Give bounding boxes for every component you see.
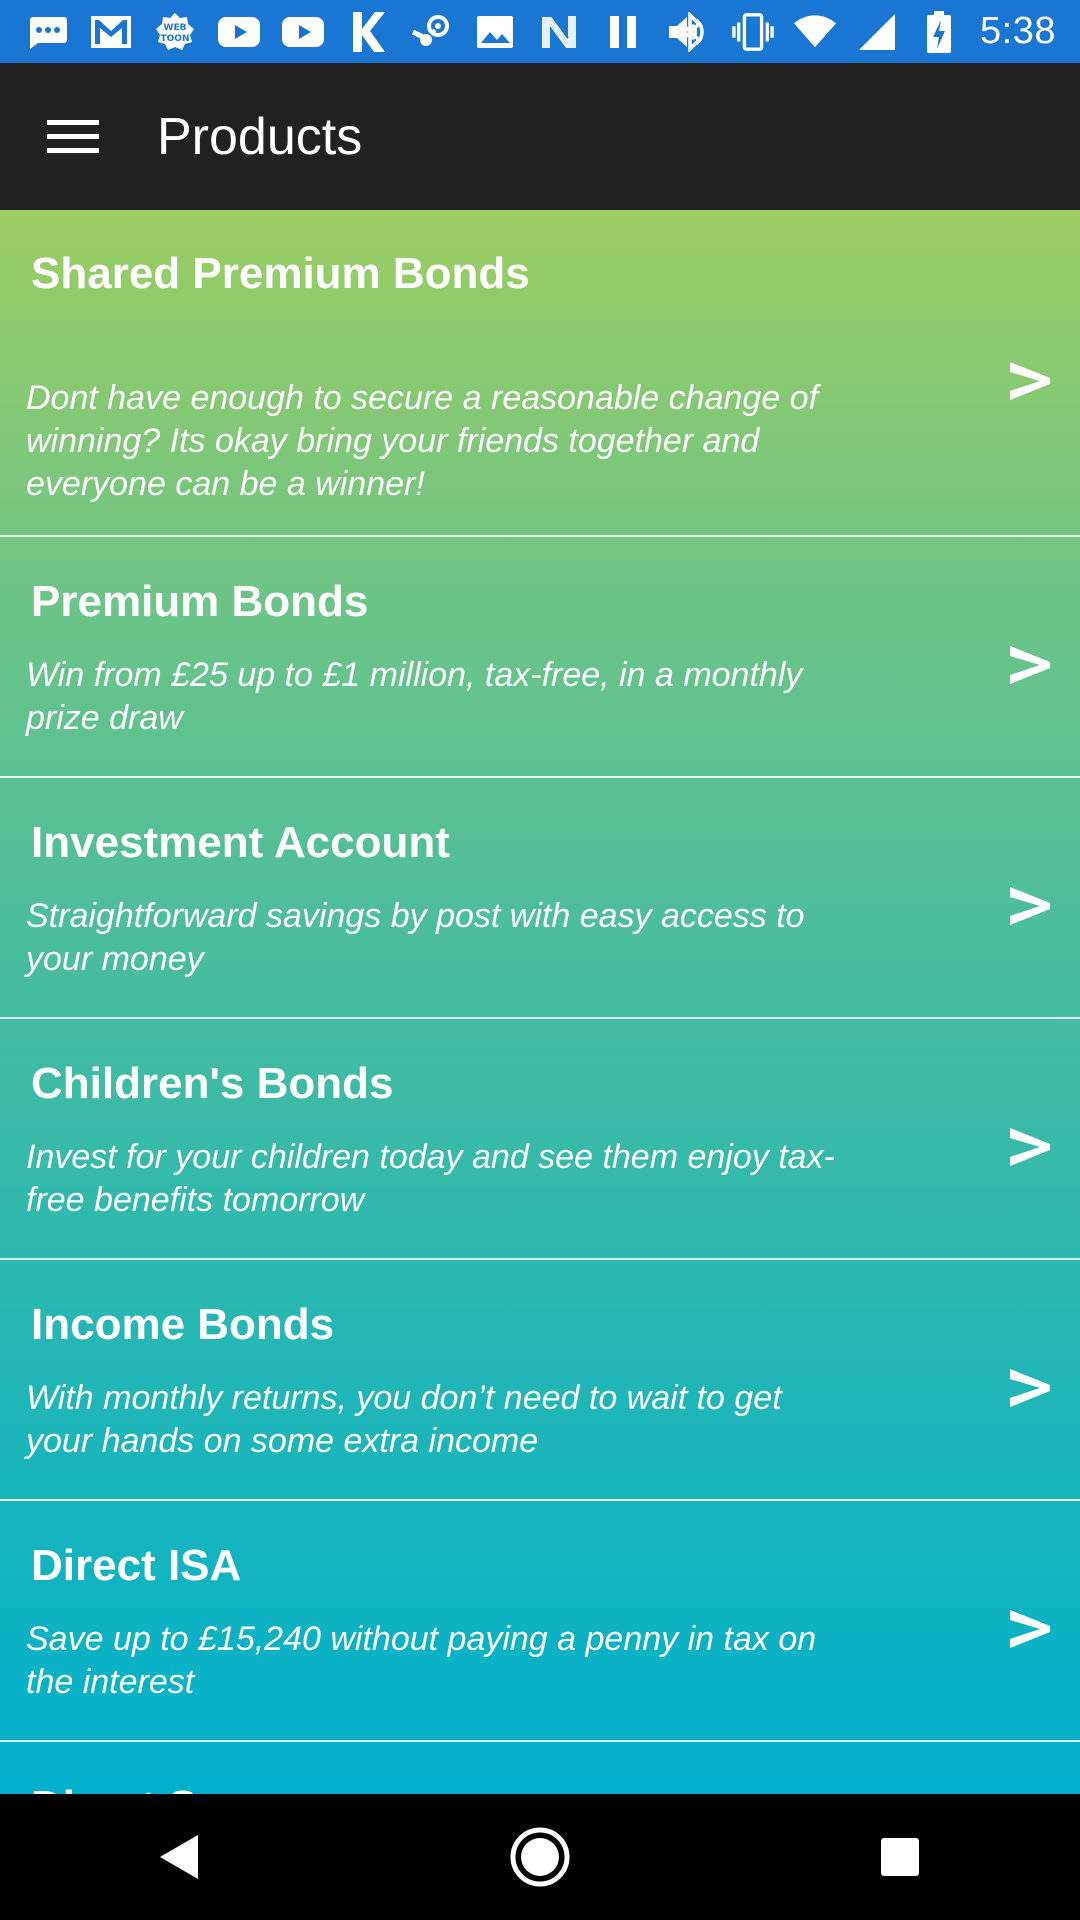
product-description: Win from £25 up to £1 million, tax-free,… [26,656,803,737]
chevron-right-icon [1002,1598,1058,1658]
chevron-right-icon [1002,634,1058,694]
product-title: Income Bonds [31,1300,335,1349]
product-item-income-bonds[interactable]: Income Bonds With monthly returns, you d… [0,1260,1080,1501]
system-status: 5:38 [670,0,1056,63]
home-button[interactable] [500,1817,580,1897]
back-triangle-icon [160,1835,198,1879]
photos-icon [474,11,516,53]
product-item-shared-premium-bonds[interactable]: Shared Premium Bonds Dont have enough to… [0,210,1080,537]
product-title: Children's Bonds [31,1059,394,1108]
product-description: Dont have enough to secure a reasonable … [26,379,819,503]
battery-charging-icon [918,10,960,53]
svg-text:TOON: TOON [161,34,190,44]
chevron-right-icon [1002,1357,1058,1417]
pause-icon [602,11,644,53]
bluetooth-icon [670,11,712,53]
status-bar: WEB TOON 5:38 [0,0,1080,63]
youtube-icon [218,11,260,53]
product-item-direct-isa[interactable]: Direct ISA Save up to £15,240 without pa… [0,1501,1080,1742]
product-title: Direct S [31,1780,197,1794]
gmail-icon [90,11,132,53]
notification-icons: WEB TOON [0,11,708,53]
kindle-icon [346,11,388,53]
product-title: Premium Bonds [31,577,369,626]
navigation-bar [0,1794,1080,1920]
chevron-right-icon [1002,1116,1058,1176]
product-description: Straightforward savings by post with eas… [26,897,805,978]
product-item-investment-account[interactable]: Investment Account Straightforward savin… [0,778,1080,1019]
nfc-icon [538,11,580,53]
product-title: Direct ISA [31,1541,242,1590]
product-title: Investment Account [31,818,450,867]
steam-icon [410,11,452,53]
product-item-premium-bonds[interactable]: Premium Bonds Win from £25 up to £1 mill… [0,537,1080,778]
product-item-childrens-bonds[interactable]: Children's Bonds Invest for your childre… [0,1019,1080,1260]
product-item-direct-saver[interactable]: Direct S [0,1742,1080,1794]
youtube-icon [282,11,324,53]
page-title: Products [157,108,363,166]
product-title: Shared Premium Bonds [31,249,530,298]
home-circle-icon [510,1827,570,1887]
product-list: Shared Premium Bonds Dont have enough to… [0,210,1080,1794]
app-bar: Products [0,63,1080,210]
product-description: Invest for your children today and see t… [26,1138,835,1219]
vibrate-icon [732,11,774,53]
wifi-icon [794,11,837,53]
cell-signal-icon [856,11,898,53]
recents-button[interactable] [860,1817,940,1897]
svg-text:WEB: WEB [164,23,187,33]
product-description: Save up to £15,240 without paying a penn… [26,1620,817,1701]
chevron-right-icon [1002,875,1058,935]
recents-square-icon [881,1838,919,1876]
hamburger-menu-icon [47,120,99,153]
product-description: With monthly returns, you don’t need to … [26,1379,782,1460]
webtoon-icon: WEB TOON [154,11,196,53]
messaging-icon [26,11,68,53]
clock: 5:38 [980,10,1056,52]
menu-button[interactable] [28,105,118,169]
chevron-right-icon [1002,350,1058,410]
back-button[interactable] [140,1817,220,1897]
